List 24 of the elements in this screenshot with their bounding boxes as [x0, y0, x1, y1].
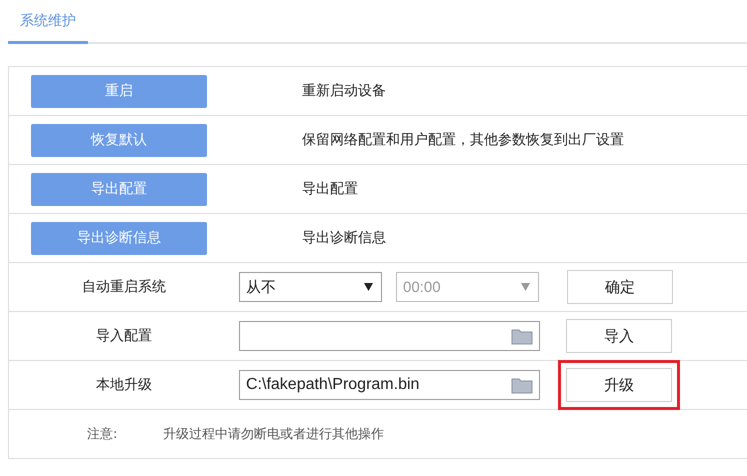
file-field[interactable] — [239, 321, 540, 351]
action-button[interactable]: 导出配置 — [31, 172, 207, 206]
submit-button[interactable]: 导入 — [566, 319, 672, 353]
caret-icon — [364, 283, 373, 291]
action-description: 保留网络配置和用户配置，其他参数恢复到出厂设置 — [302, 131, 624, 149]
action-button[interactable]: 导出诊断信息 — [31, 222, 207, 254]
submit-button[interactable]: 确定 — [567, 270, 673, 304]
caret-icon — [521, 283, 530, 291]
file-field[interactable]: C:\fakepath\Program.bin — [239, 370, 540, 400]
note-text: 升级过程中请勿断电或者进行其他操作 — [163, 426, 384, 443]
setting-label: 本地升级 — [95, 376, 153, 394]
frequency-select[interactable]: 从不 — [239, 272, 382, 302]
setting-label: 导入配置 — [95, 327, 153, 345]
action-description: 重新启动设备 — [302, 82, 386, 100]
folder-icon[interactable] — [511, 327, 533, 345]
submit-button[interactable]: 升级 — [566, 368, 672, 402]
action-description: 导出诊断信息 — [302, 229, 386, 247]
tab[interactable]: 系统维护 — [8, 0, 88, 44]
action-description: 导出配置 — [302, 180, 358, 198]
setting-label: 自动重启系统 — [81, 278, 167, 296]
folder-icon[interactable] — [511, 376, 533, 394]
note-label: 注意: — [87, 426, 118, 443]
action-button[interactable]: 恢复默认 — [31, 124, 207, 156]
action-button[interactable]: 重启 — [31, 74, 207, 108]
